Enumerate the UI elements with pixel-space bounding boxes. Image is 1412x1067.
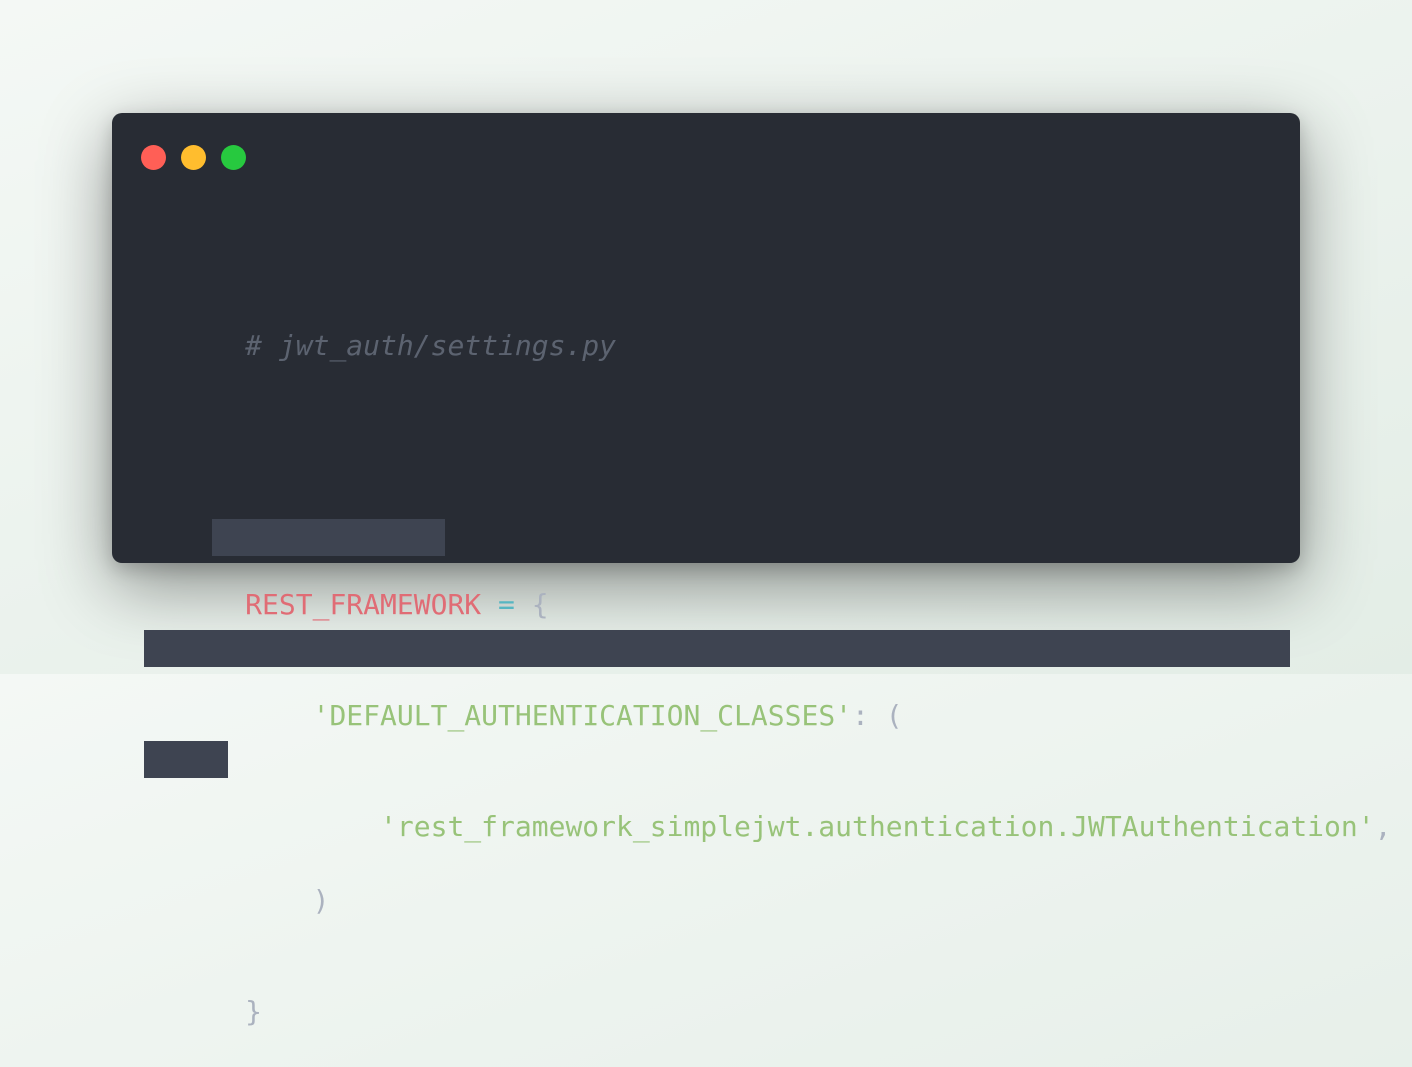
code-window: # jwt_auth/settings.py REST_FRAMEWORK = … (112, 113, 1391, 1028)
code-line-6: ) (144, 845, 1391, 917)
code-variable: REST_FRAMEWORK (245, 588, 482, 621)
code-line-5: 'rest_framework_simplejwt.authentication… (144, 734, 1391, 843)
code-line-4: 'DEFAULT_AUTHENTICATION_CLASSES': ( (144, 623, 1391, 732)
code-string: 'rest_framework_simplejwt.authentication… (380, 810, 1375, 843)
code-line-7: } (144, 956, 1391, 1028)
code-punctuation: } (245, 995, 263, 1028)
text-selection-highlight (212, 519, 445, 556)
text-selection-highlight (144, 741, 228, 778)
code-punctuation: { (514, 588, 549, 621)
maximize-window-icon[interactable] (221, 145, 246, 170)
close-window-icon[interactable] (141, 145, 166, 170)
code-operator: = (498, 588, 515, 621)
code-comment: # jwt_auth/settings.py (245, 329, 617, 362)
code-punctuation: : ( (852, 699, 903, 732)
code-punctuation: , (1374, 810, 1392, 843)
code-string: 'DEFAULT_AUTHENTICATION_CLASSES' (312, 699, 853, 732)
text-selection-highlight (144, 630, 1290, 667)
code-block[interactable]: # jwt_auth/settings.py REST_FRAMEWORK = … (144, 216, 1391, 1067)
minimize-window-icon[interactable] (181, 145, 206, 170)
code-line-2-blank (144, 401, 1391, 438)
code-line-3: REST_FRAMEWORK = { (144, 512, 1391, 621)
code-line-1: # jwt_auth/settings.py (144, 290, 1391, 362)
code-punctuation: ) (245, 884, 330, 917)
